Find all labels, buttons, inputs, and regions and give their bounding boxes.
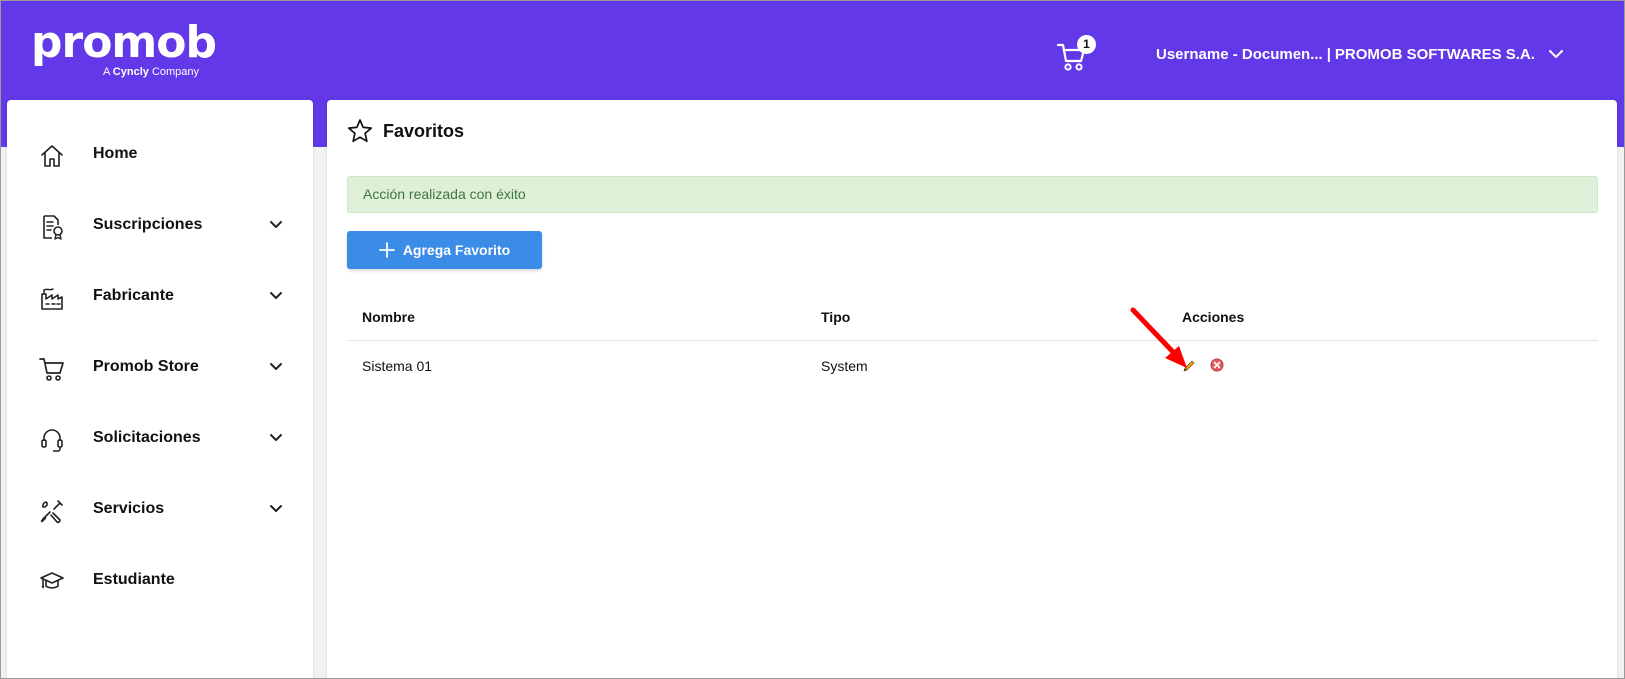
logo-tag-brand: Cyncly [112, 66, 149, 78]
plus-icon [378, 242, 395, 258]
column-header-tipo[interactable]: Tipo [821, 309, 850, 325]
sidebar-item-label: Estudiante [93, 571, 175, 588]
sidebar-item-label: Solicitaciones [93, 429, 201, 446]
table-row: Sistema 01 System [347, 341, 1598, 391]
sidebar-item-suscripciones[interactable]: Suscripciones [7, 196, 313, 256]
logo-tag-prefix: A [103, 66, 110, 78]
sidebar-item-fabricante[interactable]: Fabricante [7, 267, 313, 327]
headset-icon [41, 429, 63, 452]
user-separator: | [1326, 45, 1331, 63]
username-label: Username - Documen... [1156, 45, 1323, 63]
sidebar-item-label: Suscripciones [93, 216, 203, 233]
page-title: Favoritos [383, 120, 465, 141]
logo-tag-suffix: Company [151, 66, 200, 78]
promob-logo[interactable]: promob A Cyncly Company [31, 17, 217, 79]
shopping-cart-icon [39, 358, 64, 381]
chevron-down-icon [270, 505, 282, 512]
star-icon [347, 119, 373, 143]
sidebar-item-estudiante[interactable]: Estudiante [7, 551, 313, 611]
page-heading: Favoritos [347, 118, 464, 144]
sidebar-item-solicitaciones[interactable]: Solicitaciones [7, 409, 313, 469]
chevron-down-icon [270, 363, 282, 370]
sidebar-item-servicios[interactable]: Servicios [7, 480, 313, 540]
sidebar-item-label: Promob Store [93, 358, 199, 375]
chevron-down-icon [270, 434, 282, 441]
chevron-down-icon [270, 221, 282, 228]
chevron-down-icon [1548, 49, 1563, 58]
table-header-row: Nombre Tipo Acciones [347, 295, 1598, 341]
user-account-menu[interactable]: Username - Documen... | PROMOB SOFTWARES… [1156, 43, 1563, 65]
add-favorite-button[interactable]: Agrega Favorito [347, 231, 542, 269]
cart-button[interactable]: 1 [1056, 35, 1096, 71]
company-label: PROMOB SOFTWARES S.A. [1334, 45, 1535, 63]
add-favorite-label: Agrega Favorito [402, 242, 511, 258]
chevron-down-icon [270, 292, 282, 299]
favorites-table: Nombre Tipo Acciones Sistema 01 System [347, 295, 1598, 391]
app-window: promob A Cyncly Company 1 Username - Doc… [0, 0, 1625, 679]
main-content: Favoritos Acción realizada con éxito Agr… [327, 100, 1617, 678]
cell-tipo: System [821, 358, 868, 374]
sidebar-item-label: Servicios [93, 500, 165, 517]
graduation-cap-icon [40, 572, 64, 589]
cell-nombre: Sistema 01 [362, 358, 433, 374]
sidebar-item-label: Home [93, 145, 138, 162]
annotation-arrow-icon [1130, 307, 1187, 368]
subscription-document-icon [43, 215, 63, 240]
logo-tagline: A Cyncly Company [103, 65, 199, 79]
tools-icon [40, 500, 63, 524]
home-icon [41, 145, 63, 167]
sidebar-item-promob-store[interactable]: Promob Store [7, 338, 313, 398]
sidebar-item-home[interactable]: Home [7, 125, 313, 185]
sidebar-nav: Home Suscripciones Fabricante Promob Sto… [7, 100, 313, 678]
cart-count-badge: 1 [1077, 35, 1096, 54]
success-alert: Acción realizada con éxito [347, 176, 1598, 213]
factory-icon [41, 288, 63, 310]
column-header-nombre[interactable]: Nombre [362, 309, 415, 325]
delete-icon[interactable] [1210, 358, 1224, 372]
sidebar-item-label: Fabricante [93, 287, 174, 304]
logo-wordmark: promob [31, 17, 217, 68]
